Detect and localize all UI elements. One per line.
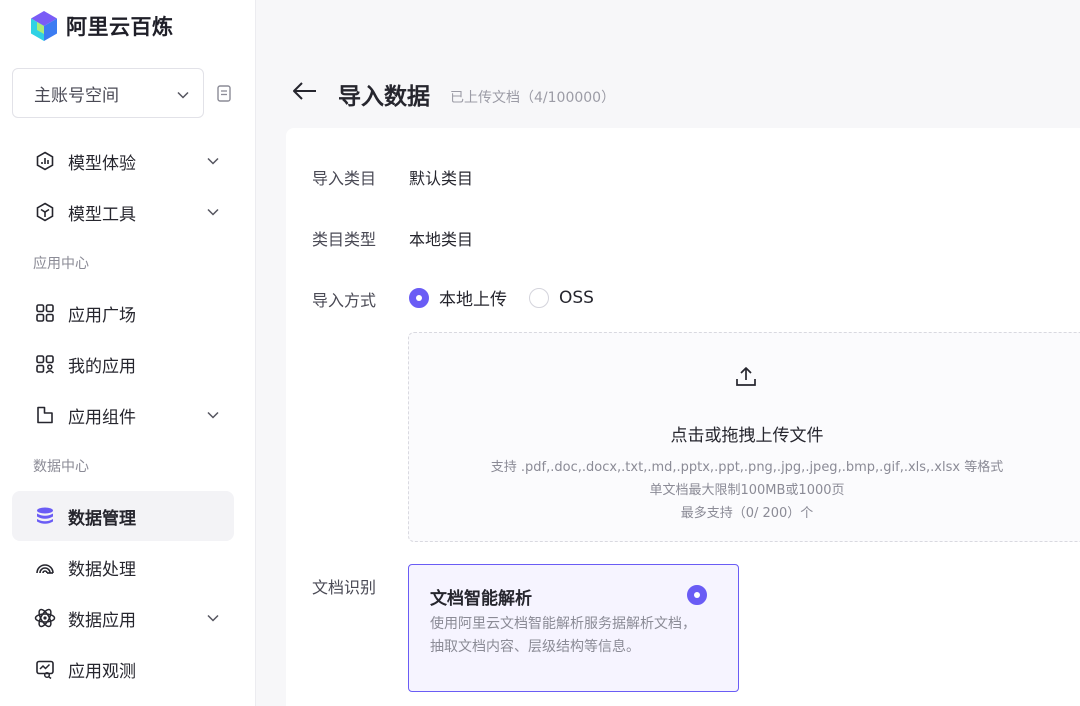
model-experience-icon [34, 150, 56, 172]
recognition-card-title: 文档智能解析 [430, 589, 532, 609]
sidebar-item-label: 数据处理 [68, 559, 136, 580]
chevron-down-icon [206, 611, 220, 625]
sidebar-item-label: 数据应用 [68, 610, 136, 631]
sidebar-item-model-experience[interactable]: 模型体验 [12, 136, 234, 186]
brand-logo[interactable]: 阿里云百炼 [28, 9, 174, 43]
recognition-card-radio[interactable] [687, 585, 707, 605]
upload-dropzone[interactable]: 点击或拖拽上传文件 支持 .pdf,.doc,.docx,.txt,.md,.p… [408, 332, 1080, 542]
category-type-value: 本地类目 [409, 230, 474, 249]
database-icon [34, 505, 56, 527]
sidebar-item-data-apps[interactable]: 数据应用 [12, 593, 234, 643]
radio-label-oss[interactable]: OSS [559, 288, 594, 308]
category-type-label: 类目类型 [312, 230, 377, 249]
model-tools-icon [34, 201, 56, 223]
brand-mark-icon [28, 10, 60, 42]
section-title-app-center: 应用中心 [33, 256, 89, 272]
document-icon[interactable] [214, 82, 234, 104]
chevron-down-icon [177, 84, 189, 103]
radio-label-local-upload[interactable]: 本地上传 [439, 285, 507, 310]
sidebar-item-label: 模型体验 [68, 153, 136, 174]
recognition-card-description: 使用阿里云文档智能解析服务据解析文档，抽取文档内容、层级结构等信息。 [430, 616, 696, 655]
data-process-icon [34, 556, 56, 578]
upload-icon [734, 365, 758, 389]
upload-formats: 支持 .pdf,.doc,.docx,.txt,.md,.pptx,.ppt,.… [490, 460, 1004, 475]
doc-recognition-label: 文档识别 [312, 578, 377, 597]
sidebar-item-app-components[interactable]: 应用组件 [12, 390, 234, 440]
chevron-down-icon [206, 154, 220, 168]
sidebar-item-data-processing[interactable]: 数据处理 [12, 542, 234, 592]
monitor-icon [34, 658, 56, 680]
recognition-option-card[interactable]: 文档智能解析 使用阿里云文档智能解析服务据解析文档，抽取文档内容、层级结构等信息… [408, 564, 739, 692]
import-method-label: 导入方式 [312, 291, 377, 310]
back-arrow-icon[interactable] [292, 80, 318, 102]
sidebar-item-label: 应用观测 [68, 661, 136, 682]
page-header: 导入数据 已上传文档（4/100000） [256, 56, 1080, 128]
sidebar-item-app-monitoring[interactable]: 应用观测 [12, 644, 234, 694]
section-title-data-center: 数据中心 [33, 459, 89, 475]
import-method-radio-group: 本地上传 OSS [409, 285, 594, 310]
sidebar-item-label: 我的应用 [68, 356, 136, 377]
component-icon [34, 404, 56, 426]
sidebar-item-model-tools[interactable]: 模型工具 [12, 187, 234, 237]
radio-local-upload[interactable] [409, 287, 429, 308]
sidebar: 阿里云百炼 主账号空间 模型体验 模型工具 应用中心 应用广场 我的应用 应用组… [0, 0, 256, 706]
user-apps-icon [34, 353, 56, 375]
upload-title: 点击或拖拽上传文件 [670, 426, 824, 446]
category-label: 导入类目 [312, 169, 377, 188]
sidebar-item-data-management[interactable]: 数据管理 [12, 491, 234, 541]
atom-icon [34, 607, 56, 629]
chevron-down-icon [206, 408, 220, 422]
upload-size-limit: 单文档最大限制100MB或1000页 [649, 483, 845, 498]
grid-icon [34, 302, 56, 324]
page-title: 导入数据 [338, 84, 430, 110]
sidebar-item-label: 数据管理 [68, 508, 136, 529]
upload-max-count: 最多支持（0/ 200）个 [680, 506, 814, 521]
sidebar-item-my-apps[interactable]: 我的应用 [12, 339, 234, 389]
sidebar-item-label: 模型工具 [68, 204, 136, 225]
space-select[interactable]: 主账号空间 [12, 68, 204, 118]
sidebar-item-label: 应用广场 [68, 305, 136, 326]
sidebar-menu: 模型体验 模型工具 应用中心 应用广场 我的应用 应用组件 数据中心 数据管理 … [12, 136, 234, 695]
space-select-value: 主账号空间 [34, 85, 119, 106]
upload-count: 已上传文档（4/100000） [450, 90, 616, 106]
chevron-down-icon [206, 205, 220, 219]
brand-name: 阿里云百炼 [66, 15, 174, 39]
sidebar-item-label: 应用组件 [68, 407, 136, 428]
category-value: 默认类目 [409, 169, 474, 188]
sidebar-item-app-square[interactable]: 应用广场 [12, 288, 234, 338]
radio-oss[interactable] [529, 287, 549, 308]
